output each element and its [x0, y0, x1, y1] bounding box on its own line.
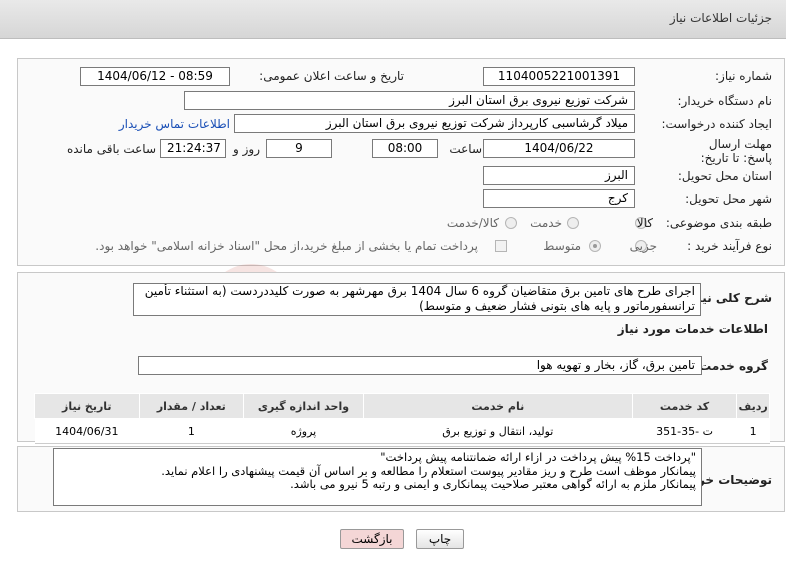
services-table: ردیف کد خدمت نام خدمت واحد اندازه گیری ت…	[34, 393, 770, 444]
announce-date-field: 1404/06/12 - 08:59	[80, 67, 230, 86]
buyer-note-line: پیمانکار موظف است طرح و ریز مقادیر پیوست…	[161, 463, 696, 478]
deadline-time-label: ساعت	[449, 142, 482, 156]
cell-qty: 1	[139, 418, 244, 444]
buyer-contact-link[interactable]: اطلاعات تماس خریدار	[119, 117, 230, 131]
need-number-field: 1104005221001391	[483, 67, 635, 86]
buyer-name-field: شرکت توزیع نیروی برق استان البرز	[184, 91, 635, 110]
cell-code: ت -35-351	[632, 418, 737, 444]
province-field: البرز	[483, 166, 635, 185]
page-title: جزئیات اطلاعات نیاز	[669, 11, 772, 25]
process-type-label: نوع فرآیند خرید :	[687, 239, 772, 253]
treasury-payment-checkbox[interactable]	[495, 240, 507, 252]
table-row: 1 ت -35-351 تولید، انتقال و توزیع برق پر…	[34, 418, 770, 444]
cell-date: 1404/06/31	[34, 418, 140, 444]
buyer-note-line: پیمانکار ملزم به ارائه گواهی معتبر صلاحی…	[290, 477, 696, 491]
info-panel	[17, 58, 785, 266]
remaining-days-label: روز و	[233, 142, 260, 156]
page-header	[0, 0, 786, 39]
col-code-header: کد خدمت	[631, 393, 738, 419]
remaining-days-field: 9	[266, 139, 332, 158]
col-row-header: ردیف	[736, 393, 770, 419]
remaining-time-label: ساعت باقی مانده	[66, 142, 156, 156]
cell-row: 1	[736, 418, 770, 444]
back-button[interactable]: بازگشت	[340, 529, 404, 549]
category-option-goods-service: کالا/خدمت	[446, 216, 499, 230]
category-label: طبقه بندی موضوعی:	[665, 216, 772, 230]
print-button[interactable]: چاپ	[416, 529, 464, 549]
deadline-time-field: 08:00	[372, 139, 438, 158]
remaining-time-field: 21:24:37	[160, 139, 226, 158]
services-section-title: اطلاعات خدمات مورد نیاز	[617, 322, 768, 336]
process-radio-medium[interactable]	[589, 240, 601, 252]
deadline-date-field: 1404/06/22	[483, 139, 635, 158]
buyer-note-line: "پرداخت 15% پیش پرداخت در ازاء ارائه ضما…	[380, 450, 696, 464]
description-textarea[interactable]: اجرای طرح های تامین برق متقاضیان گروه 6 …	[133, 283, 701, 316]
creator-label: ایجاد کننده درخواست:	[661, 117, 772, 131]
process-option-medium: متوسط	[543, 239, 581, 253]
announce-date-label: تاریخ و ساعت اعلان عمومی:	[259, 69, 404, 83]
need-number-label: شماره نیاز:	[715, 69, 772, 83]
city-label: شهر محل تحویل:	[685, 192, 772, 206]
cell-unit: پروژه	[243, 418, 364, 444]
category-radio-service[interactable]	[567, 217, 579, 229]
table-header-row: ردیف کد خدمت نام خدمت واحد اندازه گیری ت…	[34, 393, 770, 419]
cell-name: تولید، انتقال و توزیع برق	[363, 418, 633, 444]
col-date-header: تاریخ نیاز	[34, 393, 140, 419]
col-unit-header: واحد اندازه گیری	[243, 393, 364, 419]
deadline-label: مهلت ارسال پاسخ: تا تاریخ:	[700, 137, 772, 165]
buyer-name-label: نام دستگاه خریدار:	[677, 94, 773, 108]
province-label: استان محل تحویل:	[677, 169, 772, 183]
service-group-label: گروه خدمت:	[694, 359, 768, 373]
category-option-service: خدمت	[530, 216, 562, 230]
col-qty-header: تعداد / مقدار	[138, 393, 245, 419]
city-field: کرج	[483, 189, 635, 208]
category-radio-goods-service[interactable]	[505, 217, 517, 229]
creator-field: میلاد گرشاسبی کارپرداز شرکت توزیع نیروی …	[234, 114, 635, 133]
buyer-notes-textarea[interactable]: "پرداخت 15% پیش پرداخت در ازاء ارائه ضما…	[53, 448, 702, 506]
category-option-goods: کالا	[636, 216, 653, 230]
treasury-payment-note: پرداخت تمام یا بخشی از مبلغ خرید،از محل …	[95, 239, 478, 253]
process-option-minor: جزیی	[629, 239, 657, 253]
col-name-header: نام خدمت	[362, 393, 633, 419]
service-group-field: تامین برق، گاز، بخار و تهویه هوا	[138, 356, 702, 375]
